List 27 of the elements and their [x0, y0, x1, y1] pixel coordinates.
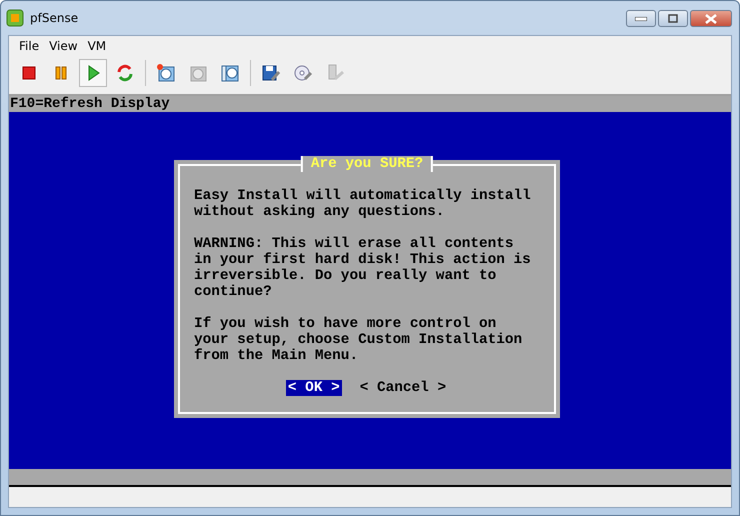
play-icon	[86, 65, 100, 81]
stop-icon	[22, 66, 36, 80]
menu-item[interactable]: File	[19, 39, 40, 57]
close-button[interactable]	[690, 10, 732, 27]
maximize-icon	[668, 14, 678, 23]
clock-icon	[220, 63, 240, 83]
menu-item[interactable]: VM	[88, 39, 106, 57]
console-header: F10=Refresh Display	[9, 96, 731, 112]
floppy-icon	[261, 63, 281, 83]
dialog-button[interactable]: < Cancel >	[358, 380, 448, 396]
pause-icon	[54, 66, 68, 80]
maximize-button[interactable]	[658, 10, 688, 27]
minimize-button[interactable]	[626, 10, 656, 27]
dialog-title: Are you SURE?	[300, 156, 434, 172]
window-title: pfSense	[30, 11, 80, 25]
close-icon	[704, 14, 718, 24]
dialog-message: If you wish to have more control on your setup, choose Custom Installation from the Main Menu.	[194, 316, 524, 364]
clock-icon	[156, 63, 176, 83]
menu-item[interactable]: View	[49, 39, 78, 57]
toolbar-button[interactable]	[79, 59, 107, 87]
dialog-message: WARNING: This will erase all contents in your first hard disk! This action is irreversible. Do you really want to continue?	[194, 236, 532, 300]
dialog-message: Easy Install will automatically install without asking any questions.	[194, 188, 532, 220]
dialog-button[interactable]: < OK >	[286, 380, 342, 396]
disc-icon	[293, 63, 313, 83]
app-logo-icon	[6, 9, 24, 27]
reset-icon	[116, 64, 134, 82]
minimize-icon	[635, 16, 647, 20]
